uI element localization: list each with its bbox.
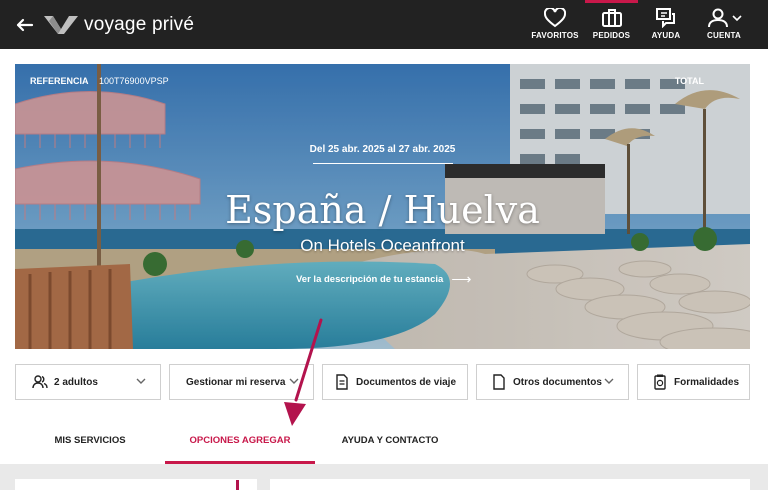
nav-favoritos-label: FAVORITOS [531, 31, 579, 40]
hero-banner: REFERENCIA 100T76900VPSP TOTAL Del 25 ab… [15, 64, 750, 349]
chevron-down-icon [136, 377, 146, 387]
stay-description-label: Ver la descripción de tu estancia [296, 274, 444, 285]
nav-favoritos[interactable]: FAVORITOS [531, 0, 579, 49]
tab-opciones-agregar-label: OPCIONES AGREGAR [189, 434, 291, 446]
manage-booking-dropdown[interactable]: Gestionar mi reserva [169, 364, 314, 400]
voyage-prive-logo[interactable]: voyage privé [44, 12, 194, 38]
hotel-name: On Hotels Oceanfront [300, 236, 465, 255]
content-card-left [15, 479, 257, 499]
heart-icon [544, 8, 566, 28]
formalities-label: Formalidades [674, 376, 740, 388]
people-icon [32, 375, 48, 389]
chevron-down-icon [731, 15, 742, 22]
tab-mis-servicios-label: MIS SERVICIOS [54, 434, 126, 446]
travel-documents-button[interactable]: Documentos de viaje [322, 364, 468, 400]
logo-mark-icon [44, 16, 78, 34]
nav-cuenta[interactable]: CUENTA [700, 0, 748, 49]
total-label: TOTAL [674, 76, 704, 86]
chevron-down-icon [289, 377, 299, 387]
adults-label: 2 adultos [54, 376, 98, 388]
document-icon [336, 374, 348, 390]
nav-cuenta-label: CUENTA [707, 31, 741, 40]
active-nav-indicator [585, 0, 638, 3]
other-documents-label: Otros documentos [513, 376, 602, 388]
travel-documents-label: Documentos de viaje [355, 376, 457, 388]
tab-ayuda-contacto-label: AYUDA Y CONTACTO [341, 434, 439, 446]
nav-pedidos-label: PEDIDOS [592, 31, 631, 40]
manage-booking-label: Gestionar mi reserva [186, 376, 286, 388]
dates-divider [313, 163, 453, 164]
stay-description-link[interactable]: Ver la descripción de tu estancia ⟶ [296, 271, 471, 288]
tab-opciones-agregar[interactable]: OPCIONES AGREGAR [165, 416, 315, 464]
nav-pedidos[interactable]: PEDIDOS [585, 0, 638, 49]
top-header: voyage privé FAVORITOS PEDIDOS AYUDA CUE… [0, 0, 768, 49]
tab-ayuda-contacto[interactable]: AYUDA Y CONTACTO [315, 416, 465, 464]
arrow-right-icon: ⟶ [451, 271, 472, 287]
content-card-right [270, 479, 750, 499]
user-icon [707, 8, 728, 28]
other-documents-dropdown[interactable]: Otros documentos [476, 364, 629, 400]
stay-dates: Del 25 abr. 2025 al 27 abr. 2025 [309, 144, 456, 155]
reference-value: 100T76900VPSP [99, 76, 169, 86]
file-icon [493, 374, 505, 390]
destination-title: España / Huelva [225, 188, 540, 232]
adults-dropdown[interactable]: 2 adultos [15, 364, 161, 400]
suitcase-icon [601, 9, 622, 27]
booking-reference: REFERENCIA 100T76900VPSP [30, 76, 169, 86]
passport-icon [654, 374, 666, 390]
chat-help-icon [656, 8, 675, 28]
reference-label: REFERENCIA [30, 76, 89, 86]
back-arrow-icon[interactable] [12, 12, 38, 38]
formalities-button[interactable]: Formalidades [637, 364, 750, 400]
tab-mis-servicios[interactable]: MIS SERVICIOS [15, 416, 165, 464]
nav-ayuda[interactable]: AYUDA [645, 0, 687, 49]
logo-text: voyage privé [84, 14, 195, 35]
nav-ayuda-label: AYUDA [651, 31, 681, 40]
chevron-down-icon [604, 377, 614, 387]
